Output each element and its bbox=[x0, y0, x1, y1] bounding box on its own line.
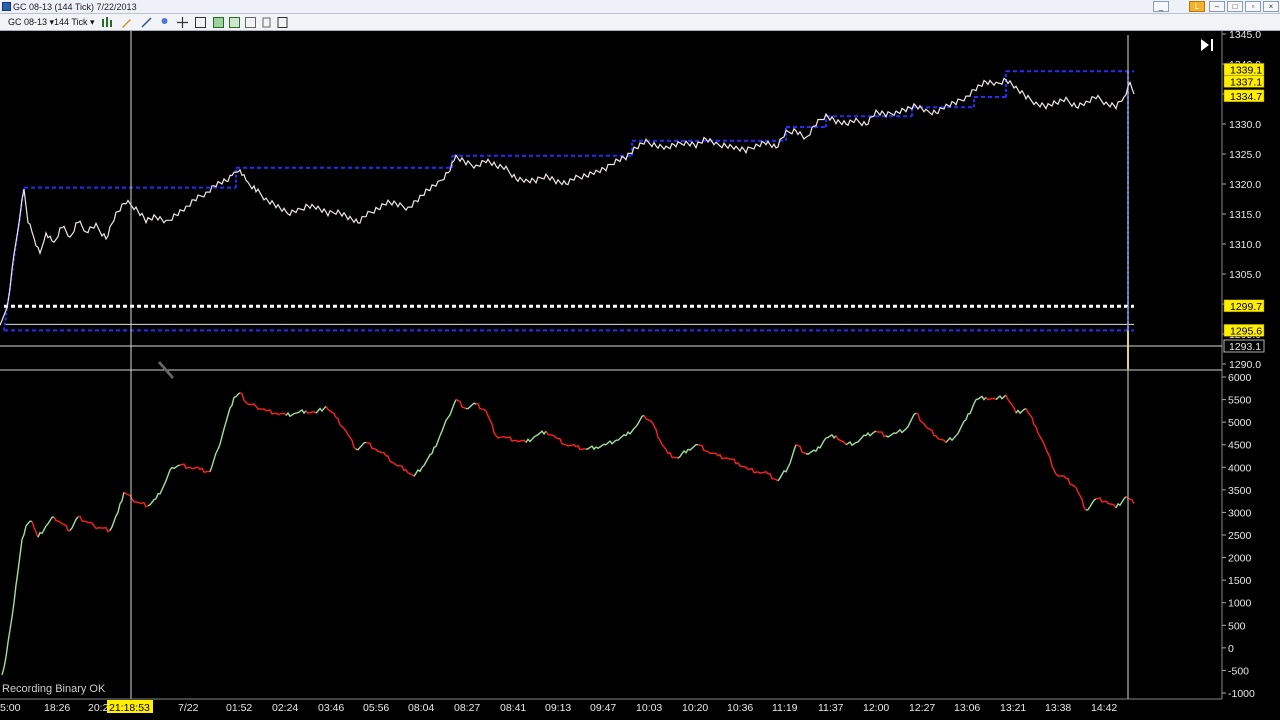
indicator-axis-label: 0 bbox=[1228, 643, 1234, 655]
indicator-axis-label: 5500 bbox=[1228, 395, 1252, 407]
svg-text:1334.7: 1334.7 bbox=[1230, 91, 1262, 103]
instrument-selector[interactable]: GC 08-13 ▾ bbox=[6, 16, 54, 29]
zoom-icon[interactable] bbox=[194, 16, 207, 29]
price-tag: 1334.7 bbox=[1223, 89, 1265, 103]
indicator-axis-label: 3500 bbox=[1228, 485, 1252, 497]
bar-type-icon[interactable] bbox=[100, 16, 113, 29]
time-axis-label: 13:21 bbox=[1000, 702, 1026, 714]
svg-text:1293.1: 1293.1 bbox=[1229, 341, 1261, 353]
minimize-button[interactable]: _ bbox=[1153, 1, 1169, 12]
chart-trader-icon[interactable] bbox=[276, 16, 289, 29]
pencil-icon[interactable] bbox=[120, 16, 133, 29]
time-axis-label: 05:56 bbox=[363, 702, 389, 714]
chevron-down-icon: ▾ bbox=[90, 17, 95, 27]
time-axis-label: 14:42 bbox=[1091, 702, 1117, 714]
indicator-axis-label: 5000 bbox=[1228, 417, 1252, 429]
svg-text:1299.7: 1299.7 bbox=[1230, 301, 1262, 313]
properties-icon[interactable] bbox=[212, 16, 225, 29]
svg-text:1339.1: 1339.1 bbox=[1230, 64, 1262, 76]
indicator-axis-label: 2000 bbox=[1228, 553, 1252, 565]
time-axis-label: 5:00 bbox=[0, 702, 21, 714]
price-axis-label: 1320.0 bbox=[1229, 179, 1261, 191]
price-tag: 1295.6 bbox=[1223, 324, 1265, 337]
instrument-label: GC 08-13 bbox=[8, 17, 48, 27]
time-axis-label: 13:38 bbox=[1045, 702, 1071, 714]
time-axis-label: 08:27 bbox=[454, 702, 480, 714]
minimize-window-button[interactable]: – bbox=[1209, 1, 1225, 12]
time-axis-label: 12:00 bbox=[863, 702, 889, 714]
indicator-axis-label: 4500 bbox=[1228, 440, 1252, 452]
pin-icon[interactable] bbox=[158, 16, 171, 29]
indicator-axis-label: 6000 bbox=[1228, 372, 1252, 384]
link-button[interactable]: L bbox=[1189, 1, 1205, 12]
indicator-axis-label: 500 bbox=[1228, 620, 1246, 632]
app-icon bbox=[2, 2, 11, 11]
time-axis-label: 08:04 bbox=[408, 702, 434, 714]
indicator-axis-label: 1000 bbox=[1228, 598, 1252, 610]
price-tag: 1339.1 bbox=[1223, 63, 1265, 76]
time-axis-label: 09:47 bbox=[590, 702, 616, 714]
svg-text:21:18:53: 21:18:53 bbox=[109, 702, 150, 714]
chart-toolbar: GC 08-13 ▾ 144 Tick ▾ bbox=[0, 14, 1280, 31]
price-axis-label: 1330.0 bbox=[1229, 119, 1261, 131]
price-tag: 1299.7 bbox=[1223, 299, 1265, 313]
time-axis-label: 7/22 bbox=[178, 702, 199, 714]
maximize-button[interactable]: □ bbox=[1227, 1, 1243, 12]
time-axis-label: 18:26 bbox=[44, 702, 70, 714]
svg-text:1337.1: 1337.1 bbox=[1230, 76, 1262, 88]
price-axis-label: 1290.0 bbox=[1229, 359, 1261, 371]
draw-tool-icon[interactable] bbox=[140, 16, 153, 29]
window-titlebar: GC 08-13 (144 Tick) 7/22/2013 _ L – □ ▫ … bbox=[0, 0, 1280, 14]
price-axis-label: 1325.0 bbox=[1229, 149, 1261, 161]
indicator-axis-label: 1500 bbox=[1228, 575, 1252, 587]
crosshair-price-label: 1293.1 bbox=[1223, 339, 1265, 353]
price-tag: 1337.1 bbox=[1223, 75, 1265, 88]
time-axis-label: 02:24 bbox=[272, 702, 298, 714]
crosshair-time-label: 21:18:53 bbox=[107, 700, 153, 714]
time-axis-label: 11:19 bbox=[772, 702, 798, 714]
indicator-axis-label: 2500 bbox=[1228, 530, 1252, 542]
time-axis-label: 03:46 bbox=[318, 702, 344, 714]
price-axis-label: 1305.0 bbox=[1229, 269, 1261, 281]
price-axis-label: 1345.0 bbox=[1229, 31, 1261, 41]
indicator-axis-label: -500 bbox=[1228, 665, 1249, 677]
window-title: GC 08-13 (144 Tick) 7/22/2013 bbox=[13, 2, 137, 12]
time-axis-label: 10:20 bbox=[682, 702, 708, 714]
time-axis-label: 11:37 bbox=[818, 702, 844, 714]
crosshair-icon[interactable] bbox=[176, 16, 189, 29]
time-axis-label: 12:27 bbox=[909, 702, 935, 714]
close-button[interactable]: × bbox=[1263, 1, 1279, 12]
strategies-icon[interactable] bbox=[244, 16, 257, 29]
chart-canvas[interactable]: 1345.01340.01335.01330.01325.01320.01315… bbox=[0, 31, 1280, 720]
time-axis-label: 09:13 bbox=[545, 702, 571, 714]
price-axis-label: 1310.0 bbox=[1229, 239, 1261, 251]
status-text: Recording Binary OK bbox=[2, 683, 106, 695]
svg-text:1295.6: 1295.6 bbox=[1230, 325, 1262, 337]
time-axis-label: 10:03 bbox=[636, 702, 662, 714]
indicator-axis-label: 3000 bbox=[1228, 507, 1252, 519]
indicators-icon[interactable] bbox=[228, 16, 241, 29]
restore-button[interactable]: ▫ bbox=[1245, 1, 1261, 12]
interval-selector[interactable]: 144 Tick ▾ bbox=[52, 16, 95, 29]
indicator-axis-label: -1000 bbox=[1228, 688, 1255, 700]
time-axis-label: 10:36 bbox=[727, 702, 753, 714]
time-axis-label: 08:41 bbox=[500, 702, 526, 714]
time-axis-label: 01:52 bbox=[226, 702, 252, 714]
time-axis-label: 13:06 bbox=[954, 702, 980, 714]
indicator-axis-label: 4000 bbox=[1228, 462, 1252, 474]
interval-label: 144 Tick bbox=[54, 17, 88, 27]
data-box-icon[interactable] bbox=[260, 16, 273, 29]
price-axis-label: 1315.0 bbox=[1229, 209, 1261, 221]
